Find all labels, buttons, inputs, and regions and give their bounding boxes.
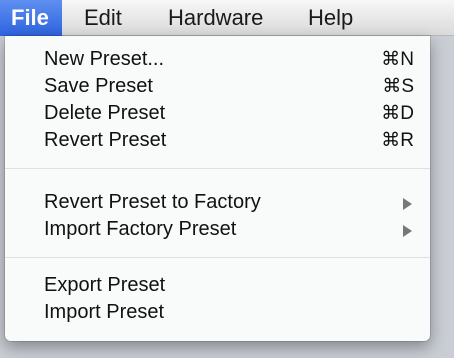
menubar-edit[interactable]: Edit xyxy=(73,0,133,36)
menu-item-new-preset[interactable]: New Preset... ⌘N xyxy=(5,46,430,73)
menu-item-export-preset[interactable]: Export Preset xyxy=(5,272,430,299)
menu-item-label: Delete Preset xyxy=(44,102,166,124)
menu-item-import-preset[interactable]: Import Preset xyxy=(5,299,430,326)
menubar-help[interactable]: Help xyxy=(297,0,364,36)
menu-item-shortcut: ⌘N xyxy=(381,49,414,70)
submenu-arrow-icon xyxy=(403,225,412,237)
menu-item-shortcut: ⌘R xyxy=(381,130,414,151)
menubar-file[interactable]: File xyxy=(0,0,62,36)
menu-item-label: Import Factory Preset xyxy=(44,218,237,240)
menubar-hardware[interactable]: Hardware xyxy=(157,0,274,36)
menu-item-delete-preset[interactable]: Delete Preset ⌘D xyxy=(5,100,430,127)
menu-item-import-factory-preset[interactable]: Import Factory Preset xyxy=(5,216,430,243)
menu-separator xyxy=(5,168,430,169)
menu-item-label: Revert Preset xyxy=(44,129,167,151)
menu-item-label: Import Preset xyxy=(44,301,165,323)
menu-item-shortcut: ⌘D xyxy=(381,103,414,124)
menu-item-label: Revert Preset to Factory xyxy=(44,191,261,213)
menu-item-label: Export Preset xyxy=(44,274,166,296)
menu-item-label: New Preset... xyxy=(44,48,165,70)
menu-bar: File Edit Hardware Help xyxy=(0,0,454,36)
submenu-arrow-icon xyxy=(403,198,412,210)
menu-item-shortcut: ⌘S xyxy=(382,76,414,97)
menu-separator xyxy=(5,257,430,258)
menu-item-save-preset[interactable]: Save Preset ⌘S xyxy=(5,73,430,100)
menu-item-revert-preset-to-factory[interactable]: Revert Preset to Factory xyxy=(5,189,430,216)
menu-item-label: Save Preset xyxy=(44,75,153,97)
file-menu-dropdown: New Preset... ⌘N Save Preset ⌘S Delete P… xyxy=(5,36,430,341)
menu-item-revert-preset[interactable]: Revert Preset ⌘R xyxy=(5,127,430,154)
